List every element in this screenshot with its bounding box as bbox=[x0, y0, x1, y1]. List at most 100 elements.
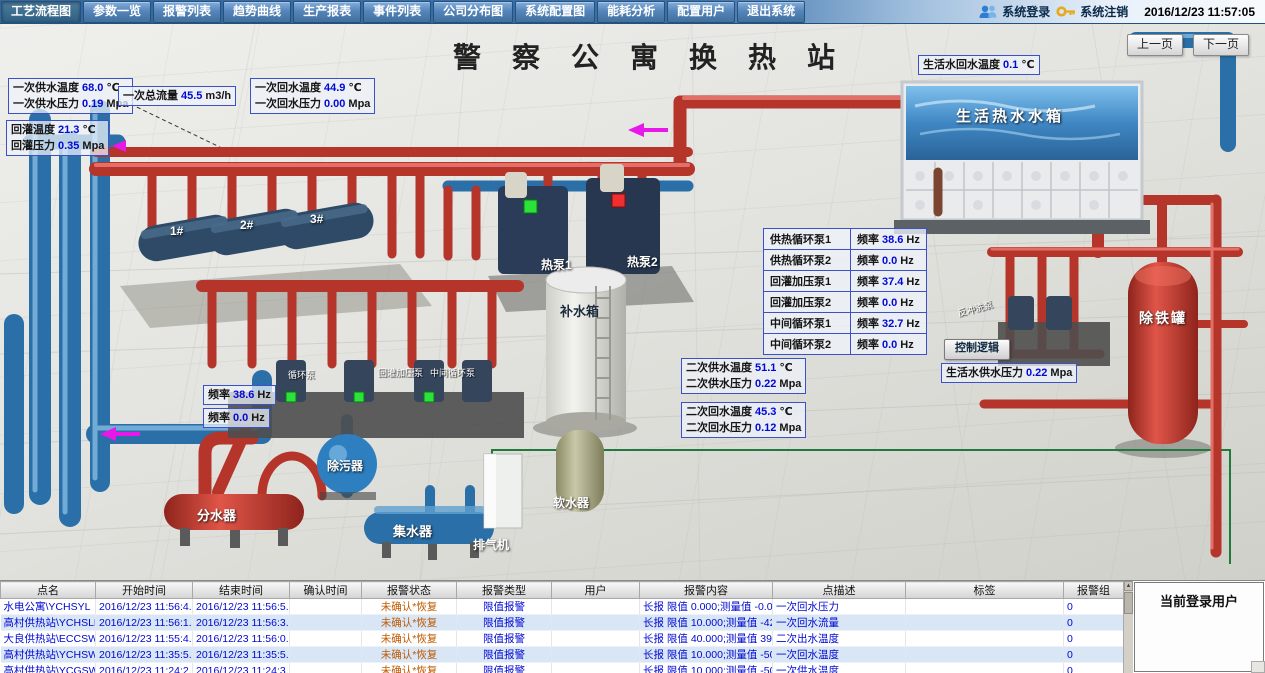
alarm-cell: 0 bbox=[1064, 615, 1124, 631]
tab-user-config[interactable]: 配置用户 bbox=[667, 1, 735, 23]
frequency-unit: Hz bbox=[906, 318, 919, 330]
alarm-cell: 2016/12/23 11:56:3... bbox=[193, 615, 290, 631]
col-header-alarm-type[interactable]: 报警类型 bbox=[457, 582, 552, 599]
alarm-cell: 限值报警 bbox=[457, 647, 552, 663]
metric-unit: ℃ bbox=[1021, 59, 1034, 71]
exhaust-unit bbox=[484, 454, 522, 528]
metric-value: 0.35 bbox=[58, 140, 79, 152]
metric-value: 45.5 bbox=[181, 90, 202, 102]
metric-secondary-supply-pressure: 二次供水压力0.22Mpa bbox=[686, 376, 801, 392]
alarm-cell: 高村供热站\YCHSWD bbox=[1, 647, 96, 663]
system-login-button[interactable]: 系统登录 bbox=[978, 3, 1050, 20]
page-title: 警 察 公 寓 换 热 站 bbox=[330, 36, 970, 76]
col-header-tag[interactable]: 标签 bbox=[906, 582, 1064, 599]
metric-label: 一次供水压力 bbox=[13, 98, 79, 110]
tab-event-list[interactable]: 事件列表 bbox=[363, 1, 431, 23]
tab-system-config[interactable]: 系统配置图 bbox=[515, 1, 595, 23]
tab-alarm-list[interactable]: 报警列表 bbox=[153, 1, 221, 23]
metric-box-pump-freq-1: 频率38.6Hz bbox=[203, 385, 276, 405]
alarm-table-container[interactable]: 点名 开始时间 结束时间 确认时间 报警状态 报警类型 用户 报警内容 点描述 … bbox=[0, 581, 1123, 673]
label-softener: 软水器 bbox=[553, 494, 589, 511]
metric-life-return-temp: 生活水回水温度0.1℃ bbox=[923, 57, 1035, 73]
col-header-point[interactable]: 点名 bbox=[1, 582, 96, 599]
alarm-cell bbox=[290, 599, 362, 615]
frequency-label: 频率 bbox=[857, 318, 879, 330]
alarm-table-row[interactable]: 高村供热站\YCHSLL2016/12/23 11:56:1...2016/12… bbox=[1, 615, 1124, 631]
label-makeup-tank: 补水箱 bbox=[560, 301, 599, 320]
tab-production-report[interactable]: 生产报表 bbox=[293, 1, 361, 23]
label-heat-exchanger-3: 3# bbox=[310, 212, 323, 226]
heat-pump1-status-light bbox=[524, 200, 537, 213]
alarm-cell bbox=[906, 599, 1064, 615]
frequency-value: 0.0 bbox=[882, 339, 897, 351]
scada-application: 工艺流程图 参数一览 报警列表 趋势曲线 生产报表 事件列表 公司分布图 系统配… bbox=[0, 0, 1265, 673]
tab-parameter-overview[interactable]: 参数一览 bbox=[83, 1, 151, 23]
key-icon bbox=[1056, 5, 1076, 18]
alarm-cell: 0 bbox=[1064, 631, 1124, 647]
scroll-thumb[interactable] bbox=[1124, 592, 1133, 614]
metric-secondary-return-pressure: 二次回水压力0.12Mpa bbox=[686, 420, 801, 436]
alarm-table-scrollbar[interactable]: ▲ bbox=[1123, 581, 1133, 673]
system-logout-button[interactable]: 系统注销 bbox=[1056, 3, 1128, 20]
prev-page-button[interactable]: 上一页 bbox=[1127, 34, 1183, 56]
tab-energy-analysis[interactable]: 能耗分析 bbox=[597, 1, 665, 23]
col-header-end-time[interactable]: 结束时间 bbox=[193, 582, 290, 599]
alarm-table-row[interactable]: 水电公寓\YCHSYL2016/12/23 11:56:4...2016/12/… bbox=[1, 599, 1124, 615]
metric-primary-supply-pressure: 一次供水压力0.19Mpa bbox=[13, 96, 128, 112]
alarm-cell: 高村供热站\YCGSWD bbox=[1, 663, 96, 673]
pager: 上一页 下一页 bbox=[1127, 34, 1249, 56]
metric-pump-freq-2: 频率0.0Hz bbox=[208, 410, 265, 426]
process-flow-diagram: 警 察 公 寓 换 热 站 上一页 下一页 一次供水温度68.0℃ 一次供水压力… bbox=[0, 24, 1265, 580]
pump-name: 回灌加压泵1 bbox=[764, 271, 851, 292]
next-page-button[interactable]: 下一页 bbox=[1193, 34, 1249, 56]
frequency-label: 频率 bbox=[857, 255, 879, 267]
control-logic-button[interactable]: 控制逻辑 bbox=[944, 339, 1010, 360]
metric-value: 0.22 bbox=[1026, 367, 1047, 379]
alarm-cell: 限值报警 bbox=[457, 663, 552, 673]
col-header-alarm-group[interactable]: 报警组 bbox=[1064, 582, 1124, 599]
alarm-cell bbox=[290, 647, 362, 663]
col-header-user[interactable]: 用户 bbox=[552, 582, 640, 599]
metric-value: 51.1 bbox=[755, 362, 776, 374]
tab-process-flow[interactable]: 工艺流程图 bbox=[1, 1, 81, 23]
label-exhaust-unit: 排气机 bbox=[473, 536, 509, 553]
scroll-up-button[interactable]: ▲ bbox=[1124, 581, 1133, 591]
alarm-cell bbox=[552, 647, 640, 663]
col-header-start-time[interactable]: 开始时间 bbox=[96, 582, 193, 599]
alarm-table-row[interactable]: 大良供热站\ECCSWD2016/12/23 11:55:4...2016/12… bbox=[1, 631, 1124, 647]
col-header-point-desc[interactable]: 点描述 bbox=[773, 582, 906, 599]
alarm-cell: 未确认*恢复 bbox=[362, 647, 457, 663]
alarm-cell: 长报 限值 40.000;测量值 39.520 bbox=[640, 631, 773, 647]
col-header-alarm-status[interactable]: 报警状态 bbox=[362, 582, 457, 599]
nav-tabs: 工艺流程图 参数一览 报警列表 趋势曲线 生产报表 事件列表 公司分布图 系统配… bbox=[0, 0, 806, 24]
frequency-value: 0.0 bbox=[882, 297, 897, 309]
col-header-alarm-content[interactable]: 报警内容 bbox=[640, 582, 773, 599]
metric-life-supply-pressure: 生活水供水压力0.22Mpa bbox=[946, 365, 1072, 381]
alarm-cell: 0 bbox=[1064, 663, 1124, 673]
metric-label: 一次供水温度 bbox=[13, 82, 79, 94]
metric-label: 频率 bbox=[208, 412, 230, 424]
alarm-cell: 长报 限值 10.000;测量值 -50.000 bbox=[640, 647, 773, 663]
alarm-table-row[interactable]: 高村供热站\YCHSWD2016/12/23 11:35:5...2016/12… bbox=[1, 647, 1124, 663]
metric-label: 一次回水温度 bbox=[255, 82, 321, 94]
frequency-unit: Hz bbox=[906, 234, 919, 246]
pump-frequency-cell: 频率0.0Hz bbox=[851, 334, 927, 355]
alarm-table-body: 水电公寓\YCHSYL2016/12/23 11:56:4...2016/12/… bbox=[1, 599, 1124, 673]
metric-box-secondary-supply: 二次供水温度51.1℃ 二次供水压力0.22Mpa bbox=[681, 358, 806, 394]
col-header-ack-time[interactable]: 确认时间 bbox=[290, 582, 362, 599]
metric-value: 45.3 bbox=[755, 406, 776, 418]
metric-label: 回灌温度 bbox=[11, 124, 55, 136]
tab-exit-system[interactable]: 退出系统 bbox=[737, 1, 805, 23]
alarm-cell: 长报 限值 10.000;测量值 -425... bbox=[640, 615, 773, 631]
alarm-table-row[interactable]: 高村供热站\YCGSWD2016/12/23 11:24:2...2016/12… bbox=[1, 663, 1124, 673]
tab-company-map[interactable]: 公司分布图 bbox=[433, 1, 513, 23]
tab-trend-curves[interactable]: 趋势曲线 bbox=[223, 1, 291, 23]
nav-right-area: 系统登录 系统注销 2016/12/23 11:57:05 bbox=[978, 3, 1265, 20]
alarm-cell bbox=[552, 599, 640, 615]
metric-value: 0.0 bbox=[233, 412, 248, 424]
alarm-cell bbox=[552, 615, 640, 631]
metric-label: 频率 bbox=[208, 389, 230, 401]
pump-frequency-row: 供热循环泵2 频率0.0Hz bbox=[764, 250, 927, 271]
metric-label: 二次回水压力 bbox=[686, 422, 752, 434]
label-water-collector: 集水器 bbox=[393, 521, 432, 540]
